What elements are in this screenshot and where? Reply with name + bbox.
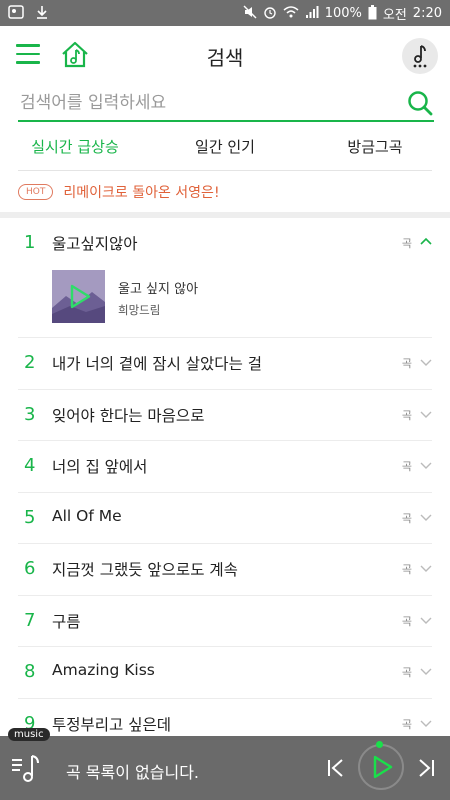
kind-label: 곡	[401, 666, 412, 679]
rank-number: 5	[24, 506, 36, 528]
mini-player: music 곡 목록이 없습니다.	[0, 728, 450, 800]
tab-divider	[18, 170, 432, 171]
song-title: 구름	[52, 612, 81, 631]
music-note-icon[interactable]	[402, 38, 438, 74]
tab-realtime[interactable]: 실시간 급상승	[0, 126, 150, 170]
music-tag: music	[8, 728, 50, 741]
kind-label: 곡	[401, 460, 412, 473]
kind-label: 곡	[401, 237, 412, 250]
previous-icon[interactable]	[326, 758, 346, 778]
song-title: 지금껏 그랬듯 앞으로도 계속	[52, 561, 238, 579]
page-title: 검색	[206, 46, 244, 70]
battery-icon	[368, 4, 377, 22]
kind-label: 곡	[401, 563, 412, 576]
search-bar	[18, 86, 434, 122]
kind-label: 곡	[401, 408, 412, 422]
hot-text: 리메이크로 돌아온 서영은!	[63, 185, 220, 201]
kind-label: 곡	[401, 614, 412, 628]
chevron-down-icon[interactable]	[420, 614, 432, 626]
app-header: 검색	[0, 26, 450, 86]
list-item[interactable]: 7 구름 곡	[18, 596, 432, 647]
mute-icon	[243, 5, 257, 21]
list-item[interactable]: 6 지금껏 그랬듯 앞으로도 계속 곡	[18, 544, 432, 596]
song-title: All Of Me	[52, 506, 122, 525]
chevron-down-icon[interactable]	[420, 665, 432, 677]
song-title: Amazing Kiss	[52, 661, 155, 679]
song-title: 투정부리고 싶은데	[52, 715, 172, 734]
chevron-up-icon[interactable]	[420, 236, 432, 248]
battery-percent: 100%	[324, 5, 362, 21]
expanded-artist-name: 희망드림	[118, 303, 161, 317]
song-title: 울고싶지않아	[52, 235, 138, 253]
tab-daily[interactable]: 일간 인기	[150, 126, 300, 170]
list-item[interactable]: 8 Amazing Kiss 곡	[18, 647, 432, 699]
chevron-down-icon[interactable]	[420, 408, 432, 420]
list-item[interactable]: 1 울고싶지않아 곡 울고 싶지 않아 희망드림	[18, 218, 432, 338]
chevron-down-icon[interactable]	[420, 459, 432, 471]
rank-number: 3	[24, 403, 36, 425]
song-title: 잊어야 한다는 마음으로	[52, 406, 205, 425]
expanded-song-name: 울고 싶지 않아	[118, 282, 199, 297]
alarm-icon	[263, 5, 277, 21]
album-art-play-button[interactable]	[52, 270, 105, 323]
kind-label: 곡	[401, 511, 412, 525]
song-title: 너의 집 앞에서	[52, 458, 148, 476]
wifi-icon	[283, 5, 299, 21]
chevron-down-icon[interactable]	[420, 562, 432, 574]
list-item[interactable]: 2 내가 너의 곁에 잠시 살았다는 걸 곡	[18, 338, 432, 390]
rank-number: 2	[24, 352, 36, 373]
progress-dot	[376, 741, 383, 748]
rank-number: 4	[24, 455, 36, 476]
chevron-down-icon[interactable]	[420, 717, 432, 729]
tab-just-now[interactable]: 방금그곡	[300, 126, 450, 170]
chevron-down-icon[interactable]	[420, 511, 432, 523]
rank-number: 7	[24, 609, 36, 631]
list-item[interactable]: 4 너의 집 앞에서 곡	[18, 441, 432, 493]
hot-badge: HOT	[18, 184, 54, 200]
kind-label: 곡	[401, 357, 412, 370]
playlist-icon[interactable]	[8, 750, 46, 788]
rank-number: 6	[24, 558, 36, 579]
player-message: 곡 목록이 없습니다.	[66, 763, 200, 782]
rank-number: 8	[24, 661, 36, 682]
search-input[interactable]	[20, 88, 390, 118]
song-title: 내가 너의 곁에 잠시 살았다는 걸	[52, 355, 263, 373]
status-ampm: 오전	[382, 7, 407, 23]
list-item[interactable]: 3 잊어야 한다는 마음으로 곡	[18, 390, 432, 441]
gallery-icon	[8, 5, 24, 21]
chart-tabs: 실시간 급상승 일간 인기 방금그곡	[0, 126, 450, 170]
chevron-down-icon[interactable]	[420, 356, 432, 368]
status-time: 2:20	[412, 5, 442, 21]
next-icon[interactable]	[416, 758, 436, 778]
hot-banner[interactable]: HOT 리메이크로 돌아온 서영은!	[18, 180, 220, 204]
kind-label: 곡	[401, 717, 412, 731]
play-button[interactable]	[358, 744, 404, 790]
signal-icon	[305, 5, 319, 21]
search-screen: 100% 오전 2:20 검색 검색어를 입력하세요 실시간 급상승 일간 인기…	[0, 0, 450, 800]
ranking-list: 1 울고싶지않아 곡 울고 싶지 않아 희망드림 2 내가 너의 곁에 잠시 살…	[0, 218, 450, 750]
status-bar: 100% 오전 2:20	[0, 0, 450, 26]
list-item[interactable]: 5 All Of Me 곡	[18, 493, 432, 544]
rank-number: 1	[24, 232, 36, 253]
download-icon	[36, 5, 48, 21]
search-icon[interactable]	[406, 89, 434, 117]
